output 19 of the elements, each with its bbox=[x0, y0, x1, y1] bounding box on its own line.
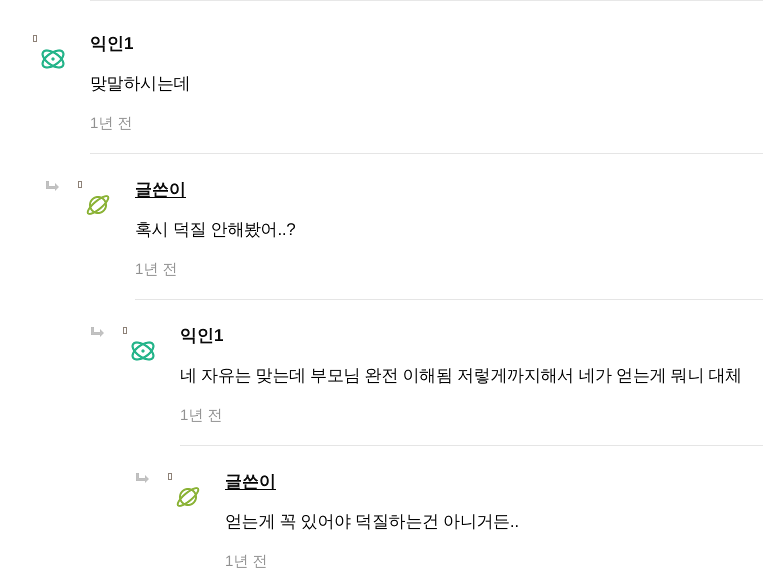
timestamp: 1년 전 bbox=[180, 406, 223, 426]
reply-arrow-icon bbox=[136, 473, 149, 484]
author-name[interactable]: 글쓴이 bbox=[225, 471, 276, 493]
badge-icon bbox=[78, 181, 82, 188]
reply-arrow-icon bbox=[91, 327, 104, 338]
author-name[interactable]: 익인1 bbox=[90, 33, 134, 55]
timestamp: 1년 전 bbox=[225, 552, 268, 572]
badge-icon bbox=[168, 473, 172, 480]
comment-text: 네 자유는 맞는데 부모님 완전 이해됨 저렇게까지해서 네가 얻는게 뭐니 대체 bbox=[180, 365, 743, 387]
timestamp: 1년 전 bbox=[90, 114, 133, 134]
badge-icon bbox=[33, 35, 37, 42]
reply-arrow-icon bbox=[46, 181, 59, 192]
comment-text: 혹시 덕질 안해봤어..? bbox=[135, 219, 296, 241]
author-name[interactable]: 글쓴이 bbox=[135, 179, 186, 201]
comment-text: 맞말하시는데 bbox=[90, 73, 192, 95]
comment-text: 얻는게 꼭 있어야 덕질하는건 아니거든.. bbox=[225, 511, 520, 533]
timestamp: 1년 전 bbox=[135, 260, 178, 280]
badge-icon bbox=[123, 327, 127, 334]
author-name[interactable]: 익인1 bbox=[180, 325, 224, 347]
